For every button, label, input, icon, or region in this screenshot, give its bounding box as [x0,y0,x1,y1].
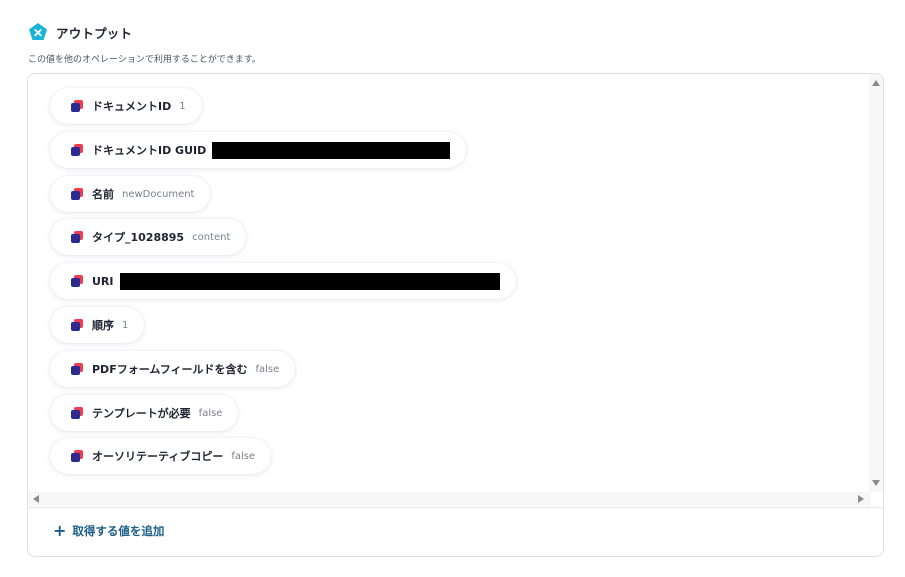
output-chip-label: オーソリテーティブコピー [92,450,224,463]
scroll-up-arrow-icon[interactable] [872,80,880,86]
add-value-label: 取得する値を追加 [72,524,165,538]
output-item-icon [70,406,84,420]
output-chip-label: 名前 [92,188,114,201]
output-chip[interactable]: タイプ_1028895 content [50,219,247,255]
output-chip[interactable]: 名前 newDocument [50,176,211,212]
output-item-icon [70,449,84,463]
output-chip[interactable]: URI [50,263,516,299]
output-header: アウトプット [28,22,132,42]
output-item-icon [70,143,84,157]
output-item-icon [70,318,84,332]
output-chip-value: false [198,407,223,419]
output-chip-value: newDocument [122,188,195,200]
section-title: アウトプット [56,25,133,41]
output-chip-label: ドキュメントID [92,100,172,113]
output-item-icon [70,230,84,244]
output-item-icon [70,274,84,288]
output-item-icon [70,362,84,376]
add-value-button[interactable]: + 取得する値を追加 [53,523,164,539]
section-subtitle: この値を他のオペレーションで利用することができます。 [28,55,261,65]
output-panel: ドキュメントID 1 ドキュメントID GUID 名前 newDocument タイプ_1… [27,73,884,557]
scroll-right-arrow-icon[interactable] [858,495,864,503]
output-chip[interactable]: ドキュメントID 1 [50,88,202,124]
output-chip-value: 1 [179,100,186,112]
output-chip-label: 順序 [92,319,114,332]
output-item-icon [70,99,84,113]
output-chip-label: テンプレートが必要 [92,407,191,420]
plus-icon: + [53,521,67,540]
output-chip[interactable]: ドキュメントID GUID [50,132,467,168]
vertical-scrollbar[interactable] [869,74,883,492]
pentagon-x-icon [28,22,48,42]
scroll-down-arrow-icon[interactable] [872,480,880,486]
redacted-value [119,272,500,290]
output-chip[interactable]: オーソリテーティブコピー false [50,438,272,474]
horizontal-scrollbar[interactable] [28,492,871,506]
redacted-value [212,141,451,159]
output-item-icon [70,187,84,201]
output-chip-value: 1 [122,319,129,331]
scroll-left-arrow-icon[interactable] [33,495,39,503]
output-chip-value: content [192,231,231,243]
output-chip[interactable]: テンプレートが必要 false [50,395,239,431]
output-chip-label: PDFフォームフィールドを含む [92,363,248,376]
output-chip-label: ドキュメントID GUID [92,144,207,157]
output-chip[interactable]: 順序 1 [50,307,145,343]
panel-footer: + 取得する値を追加 [28,507,883,556]
output-chip[interactable]: PDFフォームフィールドを含む false [50,351,296,387]
output-chip-value: false [231,450,256,462]
output-chip-value: false [255,363,280,375]
output-chip-label: URI [92,274,114,288]
output-chip-label: タイプ_1028895 [92,231,185,244]
output-scroll-area: ドキュメントID 1 ドキュメントID GUID 名前 newDocument タイプ_1… [28,74,871,492]
